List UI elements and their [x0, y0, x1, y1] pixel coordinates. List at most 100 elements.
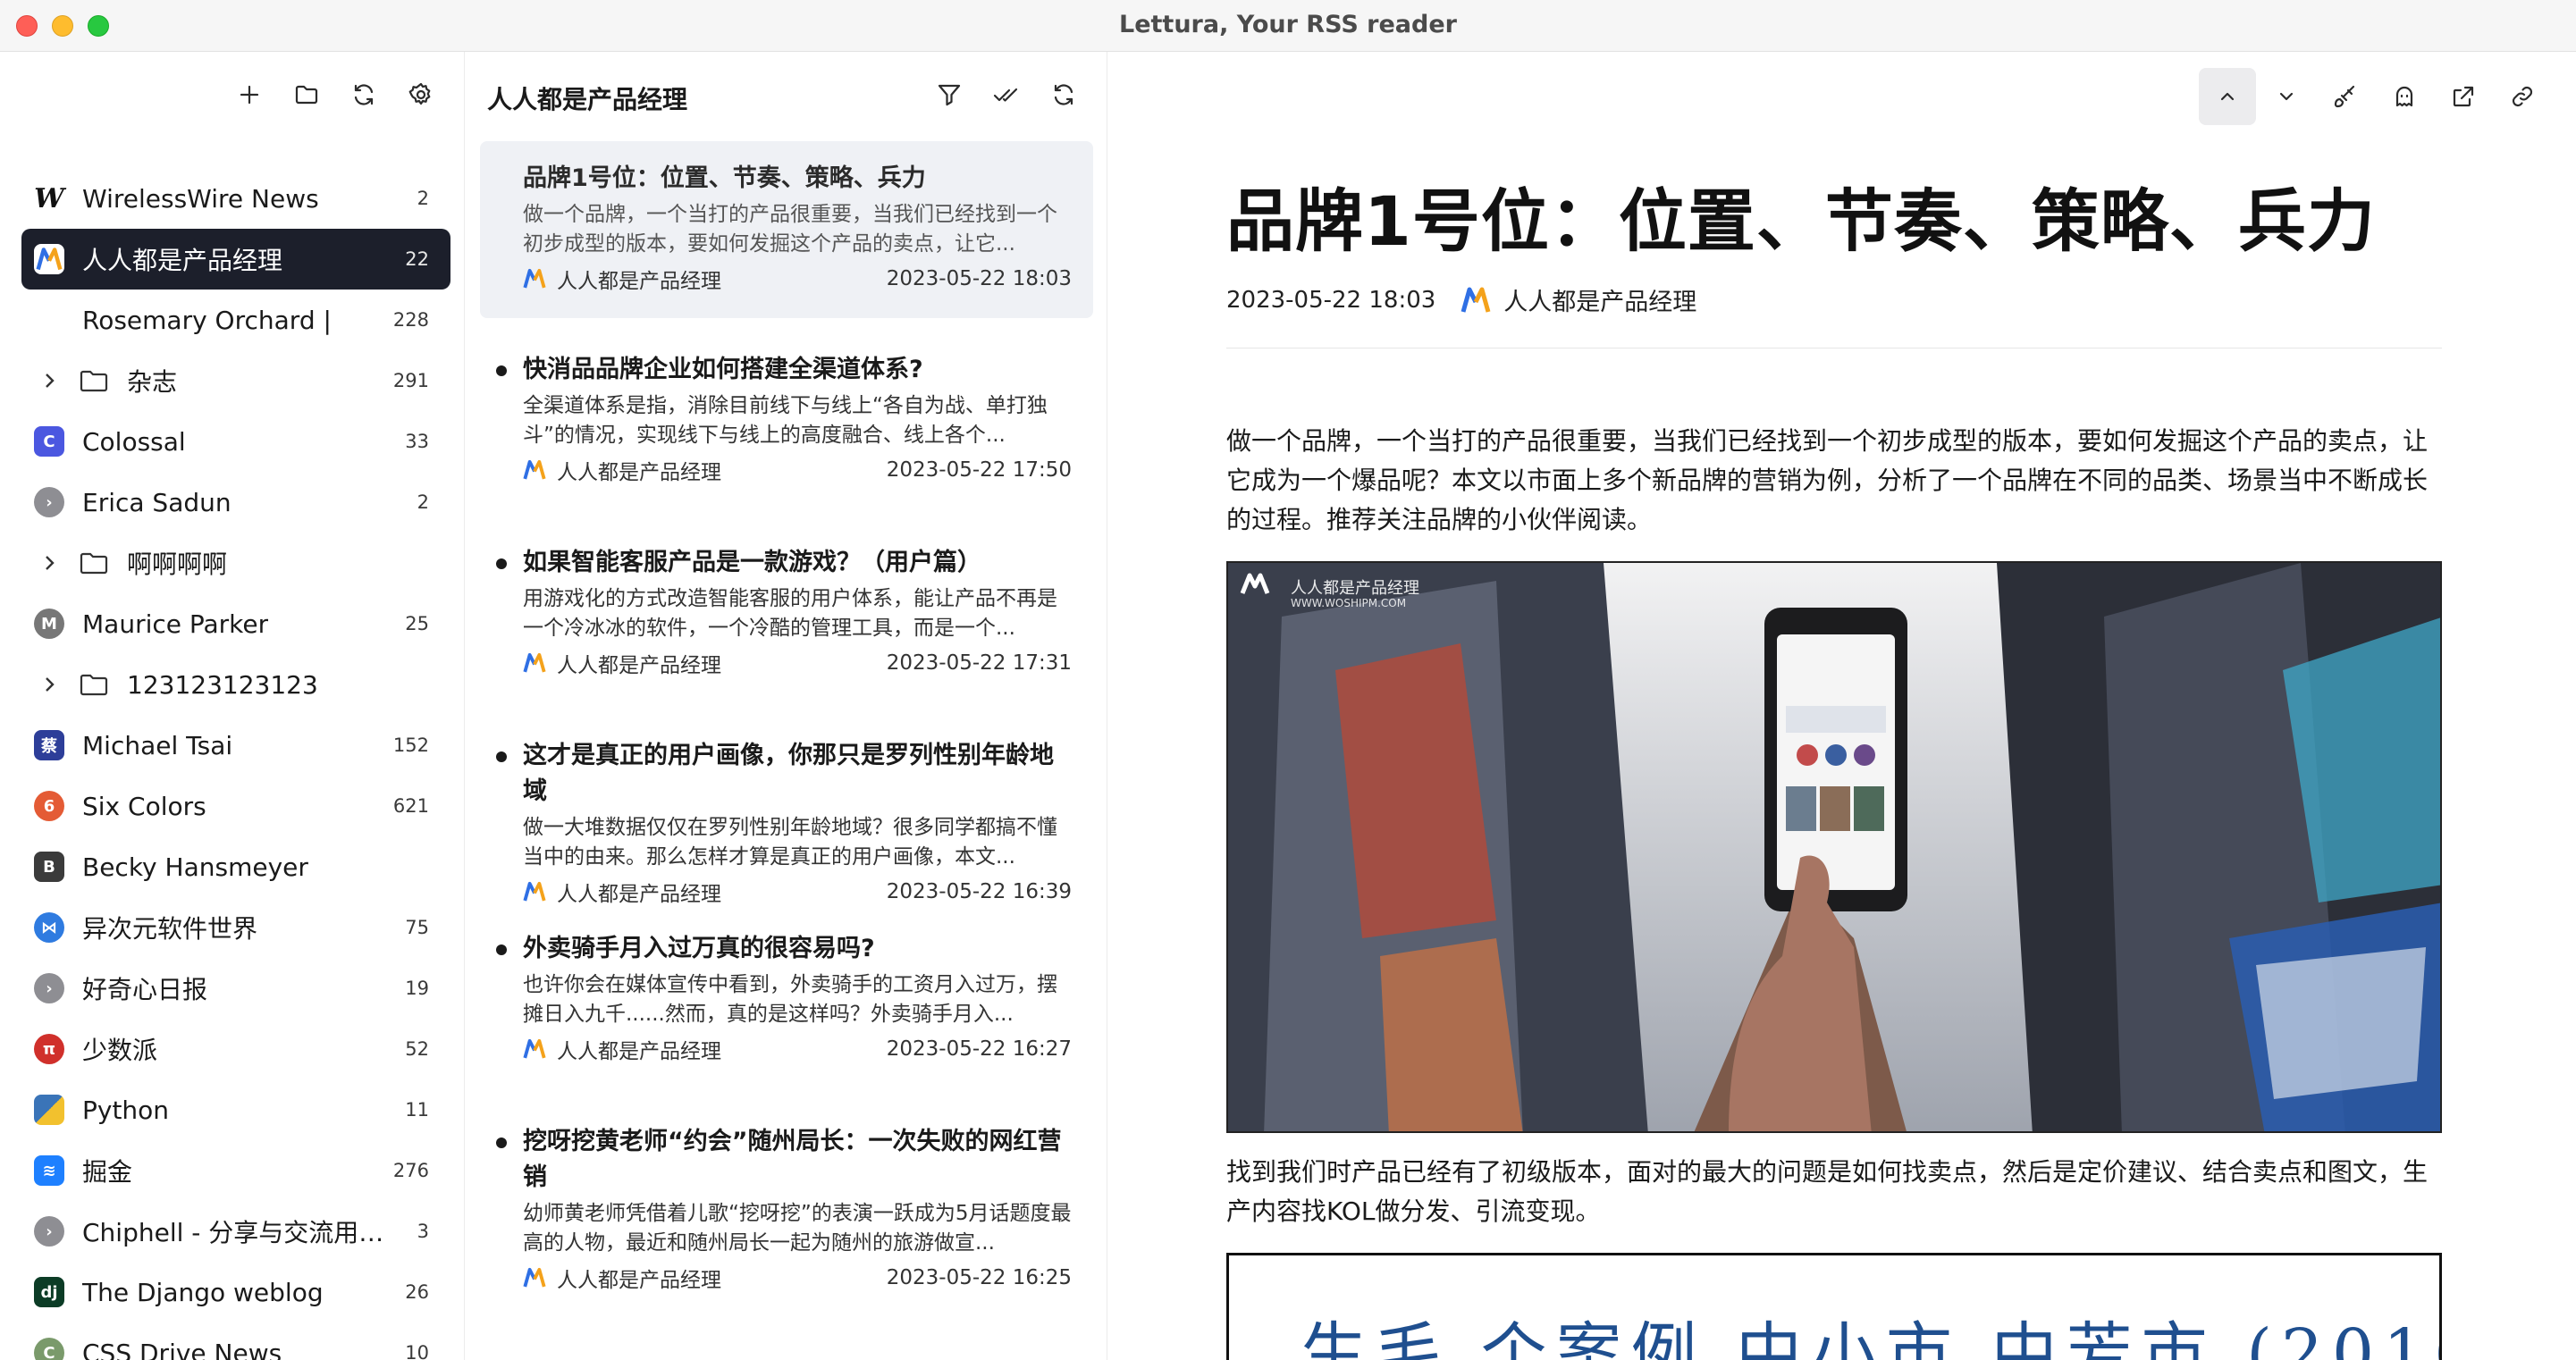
article-item[interactable]: 挖呀挖黄老师“约会”随州局长：一次失败的网红营销 幼师黄老师凭借着儿歌“挖呀挖”的… [480, 1104, 1093, 1297]
external-link-icon [2453, 86, 2474, 107]
folder-icon [79, 671, 109, 698]
sidebar-feed[interactable]: C Colossal 33 [21, 411, 450, 472]
sidebar-feed[interactable]: Rosemary Orchard | 228 [21, 290, 450, 350]
article-item-excerpt: 也许你会在媒体宣传中看到，外卖骑手的工资月入过万，摆摊日入九千......然而，… [523, 973, 1057, 1026]
reader-pane: 品牌1号位：位置、节奏、策略、兵力 2023-05-22 18:03 人人都是产… [1108, 52, 2576, 1360]
reader-toolbar [2199, 68, 2551, 125]
article-image-phone-city: 人人都是产品经理 WWW.WOSHIPM.COM [1226, 561, 2442, 1133]
add-icon [240, 85, 259, 105]
filter-button[interactable] [933, 79, 965, 111]
open-in-browser-button[interactable] [2435, 68, 2492, 125]
feed-logo-icon: π [34, 1034, 64, 1064]
sidebar-feed[interactable]: Python 11 [21, 1079, 450, 1140]
unread-count: 19 [405, 978, 429, 999]
sidebar-feed[interactable]: ≋ 掘金 276 [21, 1140, 450, 1201]
feed-logo-icon [34, 1095, 64, 1125]
previous-article-button[interactable] [2199, 68, 2256, 125]
sync-button[interactable] [348, 79, 380, 111]
add-folder-button[interactable] [290, 79, 323, 111]
feed-name: 啊啊啊啊 [127, 550, 228, 579]
feed-name: WirelessWire News [82, 183, 319, 214]
article-item[interactable]: 这才是真正的用户画像，你那只是罗列性别年龄地域做一大堆数据仅仅在罗列性别年龄地域… [480, 718, 1093, 911]
article-item-source: 人人都是产品经理 [557, 1269, 721, 1292]
article-item-title: 这才是真正的用户画像，你那只是罗列性别年龄地域 [523, 742, 1054, 805]
feed-name: 杂志 [127, 367, 178, 397]
sidebar-feed[interactable]: › Chiphell - 分享与交流用户体验 3 [21, 1201, 450, 1262]
article-source[interactable]: 人人都是产品经理 [1503, 282, 1696, 317]
chevron-right-icon[interactable] [34, 675, 64, 694]
article-item-excerpt: 做一个品牌，一个当打的产品很重要，当我们已经找到一个初步成型的版本，要如何发掘这… [523, 203, 1057, 256]
article-item[interactable]: 快消品品牌企业如何搭建全渠道体系? 全渠道体系是指，消除目前线下与线上“各自为战、… [480, 332, 1093, 525]
sidebar-feed[interactable]: M Maurice Parker 25 [21, 593, 450, 654]
feed-name: 异次元软件世界 [82, 914, 258, 944]
unread-count: 228 [392, 309, 429, 331]
city-phone-illustration [1228, 563, 2440, 1131]
clean-view-button[interactable] [2317, 68, 2374, 125]
sidebar-feed[interactable]: 6 Six Colors 621 [21, 776, 450, 836]
sidebar-feed[interactable]: B Becky Hansmeyer [21, 836, 450, 897]
article-item-title: 挖呀挖黄老师“约会”随州局长：一次失败的网红营销 [523, 1128, 1062, 1191]
sidebar-feed[interactable]: › 好奇心日报 19 [21, 958, 450, 1019]
reader-mode-button[interactable] [2376, 68, 2433, 125]
article-item-meta: 人人都是产品经理 2023-05-22 17:31 [523, 649, 1072, 677]
sidebar-feed[interactable]: π 少数派 52 [21, 1019, 450, 1079]
source-logo-icon [523, 458, 546, 482]
sidebar-feed[interactable]: › Erica Sadun 2 [21, 472, 450, 533]
sidebar-feed[interactable]: C CSS Drive News 10 [21, 1322, 450, 1360]
article-item-excerpt: 做一大堆数据仅仅在罗列性别年龄地域？很多同学都搞不懂当中的由来。那么怎样才算是真… [523, 816, 1057, 869]
chevron-right-icon[interactable] [34, 553, 64, 573]
article-item[interactable]: 如果智能客服产品是一款游戏？（用户篇） 用游戏化的方式改造智能客服的用户体系，能让… [480, 525, 1093, 718]
article-item-source: 人人都是产品经理 [557, 461, 721, 484]
article-item-title: 快消品品牌企业如何搭建全渠道体系? [523, 356, 923, 383]
refresh-icon [1054, 84, 1073, 105]
sidebar-feed[interactable]: dj The Django weblog 26 [21, 1262, 450, 1322]
source-logo-icon [1461, 285, 1491, 315]
feed-name: 掘金 [82, 1157, 133, 1187]
article-item-excerpt: 全渠道体系是指，消除目前线下与线上“各自为战、单打独斗”的情况，实现线下与线上的… [523, 394, 1048, 447]
unread-dot [496, 1138, 507, 1148]
feed-logo-icon: W [34, 182, 64, 214]
sidebar-feed[interactable]: 蔡 Michael Tsai 152 [21, 715, 450, 776]
feed-name: 少数派 [82, 1036, 158, 1065]
unread-count: 2 [417, 491, 429, 513]
sidebar-folder[interactable]: 杂志 291 [21, 350, 450, 411]
feed-logo-icon: › [34, 973, 64, 1003]
article-image-chart: 生毛 个案例 中小市 中芳市 (2016) [1226, 1253, 2442, 1360]
feed-name: Six Colors [82, 791, 206, 821]
image-watermark: 人人都是产品经理 [1291, 579, 1419, 598]
settings-button[interactable] [405, 79, 437, 111]
image-caption-text: 生毛 个案例 中小市 中芳市 (2016) [1301, 1315, 2442, 1360]
feed-name: Becky Hansmeyer [82, 852, 308, 882]
chevron-right-icon[interactable] [34, 371, 64, 390]
feed-logo-icon: › [34, 487, 64, 517]
article-item-excerpt: 用游戏化的方式改造智能客服的用户体系，能让产品不再是一个冷冰冰的软件，一个冷酷的… [523, 587, 1057, 640]
copy-link-button[interactable] [2494, 68, 2551, 125]
article-item-date: 2023-05-22 16:25 [886, 1266, 1072, 1289]
feed-logo-icon: ≋ [34, 1155, 64, 1186]
unread-dot [496, 751, 507, 762]
article-item-meta: 人人都是产品经理 2023-05-22 16:25 [523, 1263, 1072, 1292]
article-item-date: 2023-05-22 17:50 [886, 458, 1072, 482]
next-article-button[interactable] [2258, 68, 2315, 125]
unread-count: 276 [392, 1160, 429, 1181]
article-paragraph: 做一个品牌，一个当打的产品很重要，当我们已经找到一个初步成型的版本，要如何发掘这… [1226, 426, 2429, 534]
sidebar-feed[interactable]: ⋈ 异次元软件世界 75 [21, 897, 450, 958]
unread-dot [496, 365, 507, 376]
feed-name: Python [82, 1095, 170, 1125]
mark-all-read-button[interactable] [990, 79, 1023, 111]
article-paragraph: 找到我们时产品已经有了初级版本，面对的最大的问题是如何找卖点，然后是定价建议、结… [1226, 1157, 2429, 1226]
unread-count: 26 [405, 1281, 429, 1303]
add-feed-button[interactable] [233, 79, 265, 111]
refresh-channel-button[interactable] [1048, 79, 1080, 111]
sidebar-feed[interactable]: 人人都是产品经理 22 [21, 229, 450, 290]
article-item[interactable]: 品牌1号位：位置、节奏、策略、兵力 做一个品牌，一个当打的产品很重要，当我们已经找… [480, 141, 1093, 318]
folder-icon [295, 85, 318, 105]
sidebar-folder[interactable]: 123123123123 [21, 654, 450, 715]
sidebar: W WirelessWire News 2 人人都是产品经理 22 Rosemary Or… [0, 52, 465, 1360]
unread-count: 2 [417, 188, 429, 209]
sidebar-feed[interactable]: W WirelessWire News 2 [21, 168, 450, 229]
article-list-toolbar [933, 79, 1080, 111]
sidebar-folder[interactable]: 啊啊啊啊 [21, 533, 450, 593]
article-list-pane: 人人都是产品经理 品牌1号位：位置、节奏、策略、兵力 做一个品牌，一个当打的产品很… [466, 52, 1107, 1360]
article-item[interactable]: 外卖骑手月入过万真的很容易吗? 也许你会在媒体宣传中看到，外卖骑手的工资月入过万，… [480, 911, 1093, 1104]
